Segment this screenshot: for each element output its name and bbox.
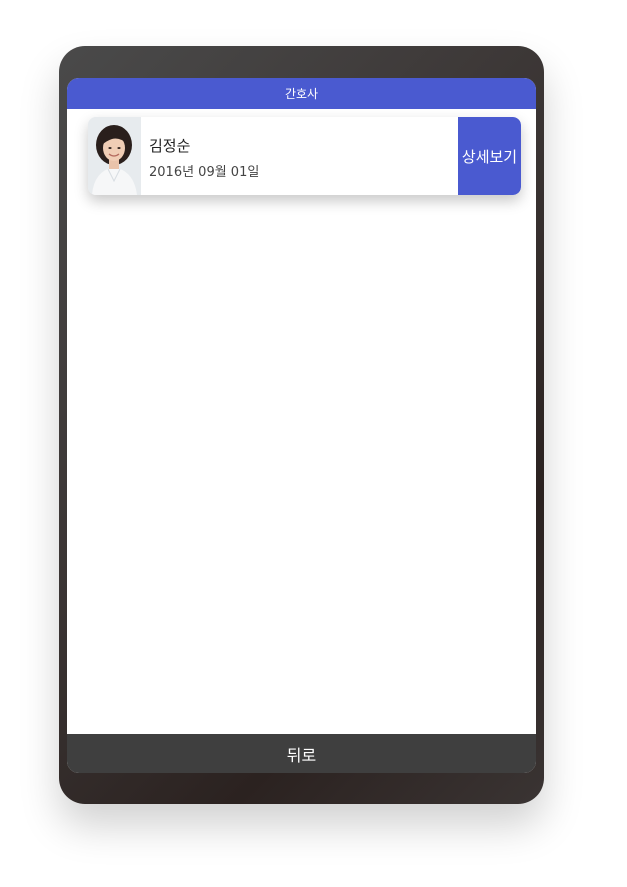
back-button-label: 뒤로 <box>286 745 317 765</box>
nurse-photo-icon <box>88 117 141 195</box>
back-button[interactable]: 뒤로 <box>67 734 536 773</box>
page-title: 간호사 <box>284 87 319 101</box>
list-item[interactable]: 김정순 2016년 09월 01일 상세보기 <box>88 117 521 195</box>
tablet-frame: 간호사 김정순 2016년 09월 01일 상세보기 뒤로 <box>59 46 544 804</box>
title-bar: 간호사 <box>67 78 536 109</box>
nurse-name: 김정순 <box>149 137 191 155</box>
detail-button[interactable]: 상세보기 <box>458 117 521 195</box>
app-screen: 간호사 김정순 2016년 09월 01일 상세보기 뒤로 <box>67 78 536 773</box>
nurse-date: 2016년 09월 01일 <box>149 165 260 180</box>
